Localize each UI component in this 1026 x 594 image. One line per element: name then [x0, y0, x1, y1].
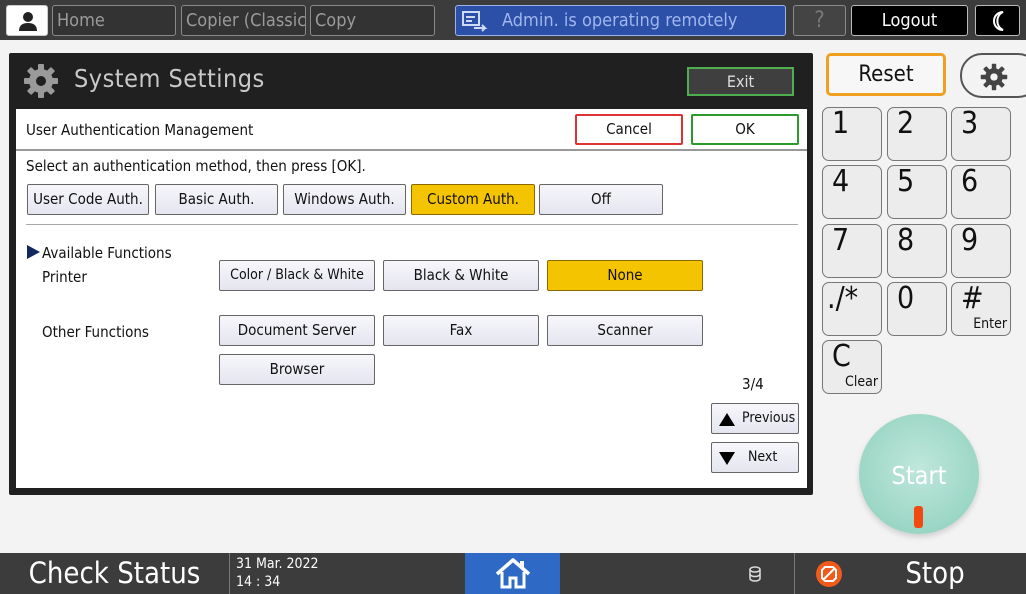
user-button[interactable] [6, 5, 48, 36]
dialog-header: User Authentication Management [26, 121, 254, 139]
printer-none-button[interactable]: None [547, 260, 703, 291]
key-1[interactable]: 1 [822, 106, 882, 161]
key-8[interactable]: 8 [887, 223, 947, 278]
triangle-right-icon [27, 245, 40, 259]
key-dot-star[interactable]: ./* [822, 281, 882, 336]
instruction-text: Select an authentication method, then pr… [26, 157, 366, 175]
check-status-button[interactable]: Check Status [0, 553, 229, 594]
data-icon [749, 566, 761, 582]
arrow-up-icon [719, 413, 735, 426]
browser-button[interactable]: Browser [219, 354, 375, 385]
fax-button[interactable]: Fax [383, 315, 539, 346]
page-title: System Settings [74, 64, 265, 93]
printer-color-bw-button[interactable]: Color / Black & White [219, 260, 375, 291]
key-clear[interactable]: C Clear [822, 339, 882, 394]
other-functions-label: Other Functions [42, 323, 149, 341]
arrow-down-icon [719, 452, 735, 465]
user-icon [19, 12, 37, 31]
key-9[interactable]: 9 [951, 223, 1011, 278]
previous-button[interactable]: Previous [711, 403, 799, 434]
gear-icon [980, 63, 1008, 91]
date-display: 31 Mar. 2022 [236, 556, 319, 572]
time-display: 14 : 34 [236, 574, 281, 590]
admin-remote-text: Admin. is operating remotely [502, 10, 738, 31]
key-2[interactable]: 2 [887, 106, 947, 161]
enter-label: Enter [973, 316, 1007, 332]
gear-icon [24, 64, 58, 98]
previous-label: Previous [742, 410, 796, 426]
printer-label: Printer [42, 268, 87, 286]
key-0[interactable]: 0 [887, 281, 947, 336]
key-3[interactable]: 3 [951, 106, 1011, 161]
key-7[interactable]: 7 [822, 223, 882, 278]
available-functions-label: Available Functions [42, 244, 172, 262]
windows-auth-button[interactable]: Windows Auth. [283, 184, 406, 215]
custom-auth-button[interactable]: Custom Auth. [411, 184, 535, 215]
key-5[interactable]: 5 [887, 164, 947, 219]
reset-button[interactable]: Reset [826, 53, 946, 96]
user-code-auth-button[interactable]: User Code Auth. [27, 184, 149, 215]
help-button[interactable]: ? [793, 5, 846, 36]
stop-icon[interactable] [815, 560, 843, 588]
remote-admin-icon [462, 11, 488, 32]
available-functions-heading: Available Functions [27, 244, 172, 262]
key-6[interactable]: 6 [951, 164, 1011, 219]
header-divider [16, 149, 807, 151]
admin-remote-banner[interactable]: Admin. is operating remotely [455, 5, 786, 36]
cancel-button[interactable]: Cancel [575, 114, 683, 145]
home-tab[interactable]: Home [52, 5, 176, 36]
divider [794, 553, 795, 594]
ok-button[interactable]: OK [691, 114, 799, 145]
key-enter[interactable]: # Enter [951, 281, 1011, 336]
logout-button[interactable]: Logout [851, 5, 968, 36]
document-server-button[interactable]: Document Server [219, 315, 375, 346]
energy-saver-button[interactable] [975, 5, 1020, 36]
printer-bw-button[interactable]: Black & White [383, 260, 539, 291]
stop-button[interactable]: Stop [880, 553, 990, 594]
divider [229, 553, 230, 594]
next-label: Next [748, 449, 778, 465]
copier-classic-tab[interactable]: Copier (Classic) [181, 5, 306, 36]
home-button[interactable] [465, 553, 560, 594]
user-tools-button[interactable] [960, 53, 1026, 98]
page-indicator: 3/4 [742, 375, 764, 393]
moon-icon [993, 11, 1004, 31]
scanner-button[interactable]: Scanner [547, 315, 703, 346]
exit-button[interactable]: Exit [687, 67, 794, 96]
next-button[interactable]: Next [711, 442, 799, 473]
divider [26, 224, 798, 225]
home-icon [495, 558, 531, 589]
start-indicator-led [914, 506, 923, 528]
key-4[interactable]: 4 [822, 164, 882, 219]
off-button[interactable]: Off [539, 184, 663, 215]
basic-auth-button[interactable]: Basic Auth. [155, 184, 278, 215]
copy-tab[interactable]: Copy [310, 5, 435, 36]
clear-label: Clear [845, 374, 878, 390]
